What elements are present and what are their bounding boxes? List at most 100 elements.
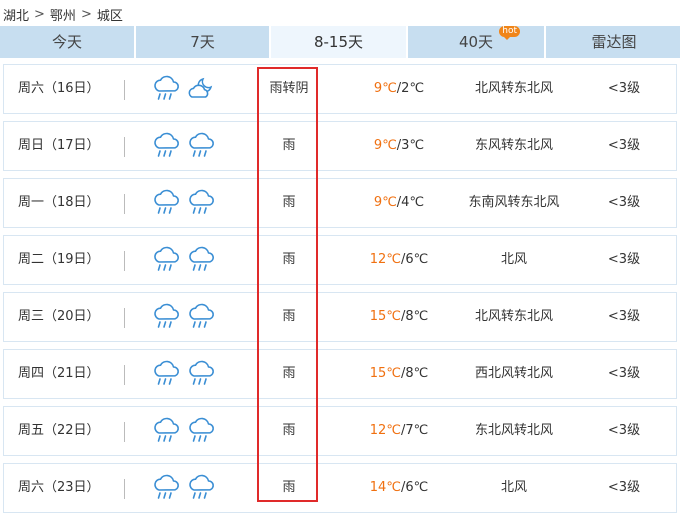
- tab-label: 7天: [190, 33, 215, 51]
- rain-cloud-icon: [151, 189, 181, 217]
- weather-description: 雨: [282, 423, 296, 438]
- forecast-row: 周二（19日） 雨 12℃/6℃ 北风 <3级: [3, 235, 677, 285]
- high-temp: 9℃: [373, 81, 397, 96]
- high-temp: 14℃: [369, 480, 401, 495]
- breadcrumb-district[interactable]: 城区: [97, 5, 123, 24]
- rain-cloud-icon: [186, 189, 216, 217]
- divider: [124, 422, 125, 442]
- forecast-row: 周日（17日） 雨 9℃/3℃ 东风转东北风 <3级: [3, 121, 677, 171]
- high-temp: 15℃: [369, 309, 401, 324]
- high-temp: 9℃: [373, 195, 397, 210]
- breadcrumb-province[interactable]: 湖北: [3, 5, 29, 24]
- forecast-tabs: 今天 7天 8-15天 40天 hot 雷达图: [0, 26, 680, 58]
- low-temp: /4℃: [396, 195, 425, 210]
- rain-cloud-icon: [186, 360, 216, 388]
- weather-description: 雨: [282, 138, 296, 153]
- high-temp: 15℃: [369, 366, 401, 381]
- high-temp: 9℃: [373, 138, 397, 153]
- forecast-row: 周三（20日） 雨 15℃/8℃ 北风转东北风 <3级: [3, 292, 677, 342]
- wind-direction: 东风转东北风: [474, 138, 553, 153]
- temperature: 15℃/8℃: [344, 350, 454, 398]
- divider: [124, 80, 125, 100]
- wind-level: <3级: [607, 195, 641, 210]
- temperature: 9℃/4℃: [344, 179, 454, 227]
- day-label: 周六（16日）: [18, 81, 100, 96]
- breadcrumb: 湖北 > 鄂州 > 城区: [3, 4, 123, 24]
- low-temp: /6℃: [400, 252, 429, 267]
- rain-cloud-icon: [151, 303, 181, 331]
- weather-description: 雨: [282, 309, 296, 324]
- divider: [124, 137, 125, 157]
- low-temp: /6℃: [400, 480, 429, 495]
- divider: [124, 308, 125, 328]
- weather-description: 雨: [282, 195, 296, 210]
- wind-direction: 北风转东北风: [474, 81, 553, 96]
- hot-badge: hot: [499, 26, 520, 40]
- rain-cloud-icon: [151, 360, 181, 388]
- rain-cloud-icon: [151, 75, 181, 103]
- forecast-row: 周四（21日） 雨 15℃/8℃ 西北风转北风 <3级: [3, 349, 677, 399]
- low-temp: /7℃: [400, 423, 429, 438]
- tab-40-days[interactable]: 40天 hot: [408, 26, 546, 58]
- temperature: 12℃/6℃: [344, 236, 454, 284]
- wind-level: <3级: [607, 366, 641, 381]
- rain-cloud-icon: [186, 417, 216, 445]
- day-label: 周四（21日）: [18, 366, 100, 381]
- divider: [124, 365, 125, 385]
- temperature: 15℃/8℃: [344, 293, 454, 341]
- high-temp: 12℃: [369, 252, 401, 267]
- breadcrumb-separator: >: [80, 6, 92, 22]
- temperature: 9℃/2℃: [344, 65, 454, 113]
- rain-cloud-icon: [151, 246, 181, 274]
- forecast-row: 周六（16日） 雨转阴 9℃/2℃ 北风转东北风 <3级: [3, 64, 677, 114]
- breadcrumb-city[interactable]: 鄂州: [50, 5, 76, 24]
- rain-cloud-icon: [186, 246, 216, 274]
- day-label: 周日（17日）: [18, 138, 100, 153]
- weather-description: 雨: [282, 366, 296, 381]
- wind-level: <3级: [607, 138, 641, 153]
- tab-7-days[interactable]: 7天: [136, 26, 271, 58]
- forecast-row: 周一（18日） 雨 9℃/4℃ 东南风转东北风 <3级: [3, 178, 677, 228]
- rain-cloud-icon: [151, 417, 181, 445]
- divider: [124, 251, 125, 271]
- wind-direction: 东北风转北风: [474, 423, 553, 438]
- wind-direction: 东南风转东北风: [468, 195, 560, 210]
- breadcrumb-separator: >: [34, 6, 45, 22]
- rain-cloud-icon: [151, 132, 181, 160]
- low-temp: /3℃: [396, 138, 425, 153]
- weather-description: 雨转阴: [269, 81, 309, 96]
- weather-description: 雨: [282, 480, 296, 495]
- tab-radar[interactable]: 雷达图: [546, 26, 680, 58]
- wind-level: <3级: [607, 81, 641, 96]
- rain-cloud-icon: [186, 132, 216, 160]
- tab-label: 今天: [51, 33, 82, 51]
- wind-level: <3级: [607, 423, 641, 438]
- rain-cloud-icon: [151, 474, 181, 502]
- low-temp: /2℃: [396, 81, 425, 96]
- temperature: 9℃/3℃: [344, 122, 454, 170]
- divider: [124, 194, 125, 214]
- wind-direction: 西北风转北风: [474, 366, 553, 381]
- wind-level: <3级: [607, 309, 641, 324]
- high-temp: 12℃: [369, 423, 401, 438]
- wind-level: <3级: [607, 252, 641, 267]
- temperature: 14℃/6℃: [344, 464, 454, 512]
- tab-today[interactable]: 今天: [0, 26, 136, 58]
- weather-description: 雨: [282, 252, 296, 267]
- forecast-row: 周五（22日） 雨 12℃/7℃ 东北风转北风 <3级: [3, 406, 677, 456]
- rain-cloud-icon: [186, 303, 216, 331]
- day-label: 周五（22日）: [18, 423, 100, 438]
- low-temp: /8℃: [400, 309, 429, 324]
- tab-8-15-days[interactable]: 8-15天: [271, 26, 408, 58]
- partly-cloudy-night-icon: [186, 75, 216, 103]
- tab-label: 雷达图: [591, 33, 637, 51]
- rain-cloud-icon: [186, 474, 216, 502]
- divider: [124, 479, 125, 499]
- low-temp: /8℃: [400, 366, 429, 381]
- wind-direction: 北风: [500, 480, 527, 495]
- day-label: 周三（20日）: [18, 309, 100, 324]
- forecast-row: 周六（23日） 雨 14℃/6℃ 北风 <3级: [3, 463, 677, 513]
- temperature: 12℃/7℃: [344, 407, 454, 455]
- tab-label: 8-15天: [313, 33, 364, 51]
- day-label: 周二（19日）: [18, 252, 100, 267]
